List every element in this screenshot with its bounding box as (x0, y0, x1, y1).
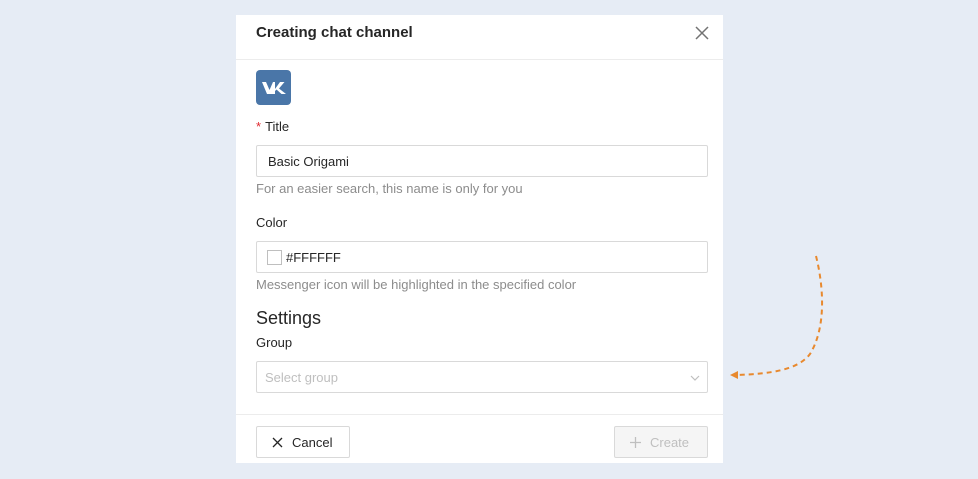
color-hint: Messenger icon will be highlighted in th… (256, 277, 577, 292)
create-button[interactable]: Create (614, 426, 708, 458)
color-input[interactable]: #FFFFFF (256, 241, 708, 273)
color-swatch[interactable] (267, 249, 282, 265)
create-channel-dialog: Creating chat channel * Title Basic Origa… (236, 15, 723, 463)
close-button[interactable] (693, 24, 711, 42)
title-input[interactable]: Basic Origami (256, 145, 708, 177)
dialog-footer: Cancel Create (236, 414, 723, 463)
title-hint: For an easier search, this name is only … (256, 181, 523, 196)
dialog-title: Creating chat channel (256, 24, 413, 41)
dialog-header: Creating chat channel (236, 15, 723, 60)
cancel-button[interactable]: Cancel (256, 426, 350, 458)
group-label: Group (256, 335, 293, 350)
color-label: Color (256, 215, 288, 230)
chevron-down-icon (690, 375, 700, 381)
plus-icon (630, 436, 641, 448)
title-label: * Title (256, 119, 290, 134)
close-icon (695, 26, 709, 40)
close-icon (272, 437, 283, 448)
required-asterisk: * (256, 119, 262, 134)
group-select[interactable]: Select group (256, 361, 708, 393)
annotation-arrow-icon (730, 255, 824, 379)
settings-heading: Settings (256, 308, 322, 328)
vk-logo-icon (256, 70, 291, 105)
